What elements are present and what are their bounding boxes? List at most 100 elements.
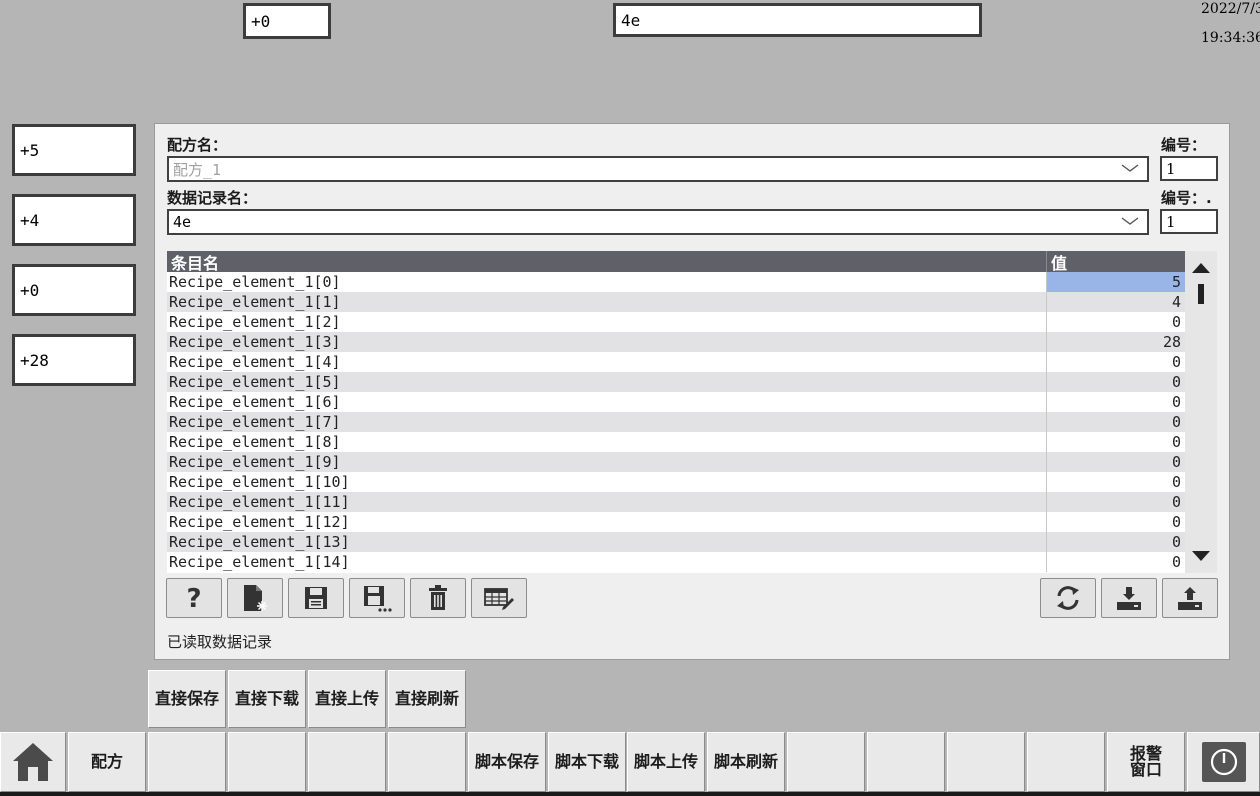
sync-button[interactable] [1040, 578, 1096, 618]
table-row[interactable]: Recipe_element_1[1] 4 [167, 292, 1185, 312]
scroll-up-arrow-icon[interactable] [1191, 261, 1211, 275]
alarm-key-line2: 窗口 [1129, 760, 1162, 779]
direct-save-button[interactable]: 直接保存 [148, 670, 226, 728]
element-value-cell[interactable]: 0 [1047, 452, 1185, 472]
recipe-name-dropdown[interactable]: 配方_1 [167, 156, 1149, 182]
side-io-field-1[interactable]: +5 [12, 124, 136, 176]
function-key-blank-4[interactable] [388, 732, 466, 792]
function-key-blank-8[interactable] [1027, 732, 1105, 792]
column-header-value[interactable]: 值 [1047, 251, 1185, 273]
top-io-field-2[interactable]: 4e [613, 3, 982, 37]
bottom-border [0, 792, 1260, 796]
element-value-cell[interactable]: 0 [1047, 412, 1185, 432]
recipe-key[interactable]: 配方 [68, 732, 146, 792]
scroll-thumb[interactable] [1198, 284, 1204, 304]
table-row[interactable]: Recipe_element_1[8] 0 [167, 432, 1185, 452]
element-value-cell[interactable]: 0 [1047, 492, 1185, 512]
script-download-key[interactable]: 脚本下载 [548, 732, 626, 792]
element-name-cell: Recipe_element_1[10] [167, 472, 1047, 492]
element-value-cell[interactable]: 0 [1047, 532, 1185, 552]
table-row[interactable]: Recipe_element_1[2] 0 [167, 312, 1185, 332]
table-row[interactable]: Recipe_element_1[10] 0 [167, 472, 1185, 492]
direct-download-button[interactable]: 直接下载 [228, 670, 306, 728]
record-name-value: 4e [173, 213, 192, 231]
element-value-cell[interactable]: 4 [1047, 292, 1185, 312]
table-header: 条目名 值 [167, 251, 1185, 273]
home-button[interactable] [0, 732, 66, 792]
element-value-cell[interactable]: 0 [1047, 372, 1185, 392]
element-name-cell: Recipe_element_1[8] [167, 432, 1047, 452]
table-row[interactable]: Recipe_element_1[5] 0 [167, 372, 1185, 392]
element-name-cell: Recipe_element_1[2] [167, 312, 1047, 332]
chevron-down-icon [1121, 164, 1139, 172]
home-icon [13, 743, 53, 781]
side-io-field-3[interactable]: +0 [12, 264, 136, 316]
recipe-number-field[interactable]: 1 [1160, 156, 1218, 181]
save-as-button[interactable] [349, 578, 405, 618]
help-button[interactable]: ? [166, 578, 222, 618]
direct-upload-button[interactable]: 直接上传 [308, 670, 386, 728]
script-save-key[interactable]: 脚本保存 [468, 732, 546, 792]
element-value-cell[interactable]: 0 [1047, 352, 1185, 372]
question-icon: ? [186, 584, 201, 613]
svg-text:?: ? [186, 584, 201, 613]
power-button[interactable] [1187, 732, 1260, 792]
download-to-device-icon [1117, 587, 1141, 610]
status-message: 已读取数据记录 [167, 633, 273, 651]
alarm-window-key[interactable]: 报警 窗口 [1107, 732, 1185, 792]
element-name-cell: Recipe_element_1[6] [167, 392, 1047, 412]
record-name-label: 数据记录名： [167, 189, 258, 207]
table-row[interactable]: Recipe_element_1[13] 0 [167, 532, 1185, 552]
date-display: 2022/7/3 [1201, 1, 1260, 17]
save-as-icon [364, 586, 392, 612]
element-name-cell: Recipe_element_1[13] [167, 532, 1047, 552]
upload-from-device-icon [1178, 587, 1202, 610]
new-record-button[interactable] [227, 578, 283, 618]
direct-refresh-button[interactable]: 直接刷新 [388, 670, 466, 728]
element-value-cell[interactable]: 0 [1047, 432, 1185, 452]
side-io-field-4[interactable]: +28 [12, 334, 136, 386]
script-upload-key[interactable]: 脚本上传 [627, 732, 705, 792]
read-from-plc-button[interactable] [1101, 578, 1157, 618]
power-icon [1201, 742, 1246, 782]
record-name-dropdown[interactable]: 4e [167, 209, 1149, 235]
function-key-blank-7[interactable] [947, 732, 1025, 792]
table-row[interactable]: Recipe_element_1[3] 28 [167, 332, 1185, 352]
recipe-element-table: 条目名 值 Recipe_element_1[0] 5 Recipe_element… [167, 251, 1185, 573]
function-key-blank-5[interactable] [787, 732, 865, 792]
element-value-cell[interactable]: 0 [1047, 512, 1185, 532]
element-value-cell[interactable]: 5 [1047, 272, 1185, 292]
side-io-field-2[interactable]: +4 [12, 194, 136, 246]
table-scrollbar[interactable] [1185, 251, 1217, 573]
top-io-field-1[interactable]: +0 [243, 3, 331, 39]
element-value-cell[interactable]: 28 [1047, 332, 1185, 352]
function-key-blank-1[interactable] [148, 732, 226, 792]
delete-button[interactable] [410, 578, 466, 618]
record-number-field[interactable]: 1 [1160, 209, 1218, 234]
table-row[interactable]: Recipe_element_1[6] 0 [167, 392, 1185, 412]
save-button[interactable] [288, 578, 344, 618]
table-row[interactable]: Recipe_element_1[0] 5 [167, 272, 1185, 292]
element-value-cell[interactable]: 0 [1047, 472, 1185, 492]
table-row[interactable]: Recipe_element_1[9] 0 [167, 452, 1185, 472]
scroll-down-arrow-icon[interactable] [1191, 549, 1211, 563]
element-value-cell[interactable]: 0 [1047, 312, 1185, 332]
element-name-cell: Recipe_element_1[1] [167, 292, 1047, 312]
element-name-cell: Recipe_element_1[0] [167, 272, 1047, 292]
table-row[interactable]: Recipe_element_1[7] 0 [167, 412, 1185, 432]
function-key-blank-2[interactable] [228, 732, 306, 792]
function-key-blank-3[interactable] [308, 732, 386, 792]
element-value-cell[interactable]: 0 [1047, 552, 1185, 572]
table-row[interactable]: Recipe_element_1[11] 0 [167, 492, 1185, 512]
table-row[interactable]: Recipe_element_1[4] 0 [167, 352, 1185, 372]
table-row[interactable]: Recipe_element_1[14] 0 [167, 552, 1185, 572]
element-name-cell: Recipe_element_1[3] [167, 332, 1047, 352]
column-header-name[interactable]: 条目名 [167, 251, 1047, 273]
rename-button[interactable] [471, 578, 527, 618]
write-to-plc-button[interactable] [1162, 578, 1218, 618]
floppy-disk-icon [305, 587, 327, 609]
script-refresh-key[interactable]: 脚本刷新 [707, 732, 785, 792]
element-value-cell[interactable]: 0 [1047, 392, 1185, 412]
table-row[interactable]: Recipe_element_1[12] 0 [167, 512, 1185, 532]
function-key-blank-6[interactable] [867, 732, 945, 792]
